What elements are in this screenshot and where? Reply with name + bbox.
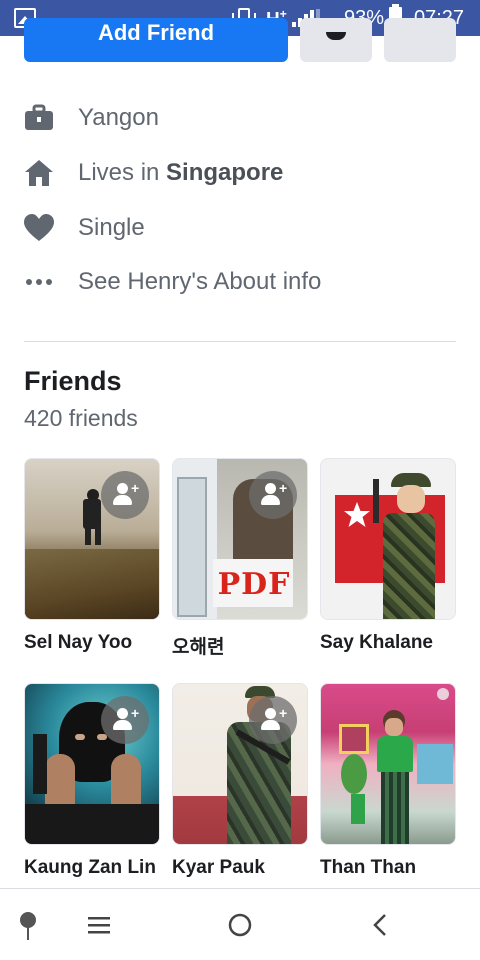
friends-count: 420 friends: [24, 405, 138, 431]
intro-relationship-text: Single: [78, 214, 145, 241]
intro-lives-in: Lives in Singapore: [24, 153, 464, 193]
home-button[interactable]: [210, 889, 270, 960]
friend-card[interactable]: PDF + 오해련: [172, 458, 308, 658]
menu-icon: [88, 917, 110, 934]
friend-photo[interactable]: [320, 683, 456, 845]
add-friend-badge[interactable]: +: [101, 696, 149, 744]
add-friend-badge[interactable]: +: [249, 471, 297, 519]
intro-lives-in-text: Lives in Singapore: [78, 159, 284, 186]
friend-photo[interactable]: [320, 458, 456, 620]
friend-name[interactable]: Sel Nay Yoo: [24, 632, 132, 654]
briefcase-icon: [25, 104, 53, 130]
friend-photo[interactable]: +: [24, 683, 160, 845]
add-friend-label: Add Friend: [97, 20, 215, 45]
friend-photo[interactable]: +: [172, 683, 308, 845]
friend-name[interactable]: 오해련: [172, 632, 224, 659]
messenger-icon: [326, 32, 346, 40]
heart-icon: [24, 214, 54, 241]
more-button[interactable]: [384, 18, 456, 62]
divider: [24, 341, 456, 342]
friends-title: Friends: [24, 366, 122, 396]
intro-work-text: Yangon: [78, 104, 159, 131]
add-friend-badge[interactable]: +: [249, 696, 297, 744]
friend-name[interactable]: Than Than: [320, 857, 416, 879]
friend-name[interactable]: Say Khalane: [320, 632, 433, 654]
more-dots-icon: [26, 279, 52, 285]
home-circle-icon: [228, 913, 252, 937]
menu-button[interactable]: [70, 889, 130, 960]
friend-name[interactable]: Kyar Pauk: [172, 857, 265, 879]
friend-card[interactable]: Say Khalane: [320, 458, 456, 653]
back-button[interactable]: [350, 889, 410, 960]
bottom-nav: [0, 888, 480, 960]
intro-relationship: Single: [24, 208, 464, 248]
friend-name[interactable]: Kaung Zan Lin: [24, 857, 156, 879]
home-icon: [25, 160, 53, 186]
message-button[interactable]: [300, 18, 372, 62]
pin-button[interactable]: [0, 889, 60, 960]
back-icon: [373, 914, 386, 936]
intro-city[interactable]: Singapore: [166, 159, 283, 186]
friend-card[interactable]: + Kyar Pauk: [172, 683, 308, 878]
friend-photo[interactable]: +: [24, 458, 160, 620]
friend-card[interactable]: Than Than: [320, 683, 456, 878]
friend-card[interactable]: + Sel Nay Yoo: [24, 458, 160, 653]
friend-photo[interactable]: PDF +: [172, 458, 308, 620]
friend-card[interactable]: + Kaung Zan Lin: [24, 683, 160, 878]
add-friend-button[interactable]: Add Friend: [24, 18, 288, 62]
add-friend-badge[interactable]: +: [101, 471, 149, 519]
star-icon: [344, 502, 370, 527]
poster-text: PDF: [217, 567, 291, 602]
see-about-info[interactable]: See Henry's About info: [24, 262, 464, 302]
intro-work: Yangon: [24, 98, 464, 138]
pin-icon: [20, 912, 36, 940]
see-about-info-text: See Henry's About info: [78, 268, 322, 295]
